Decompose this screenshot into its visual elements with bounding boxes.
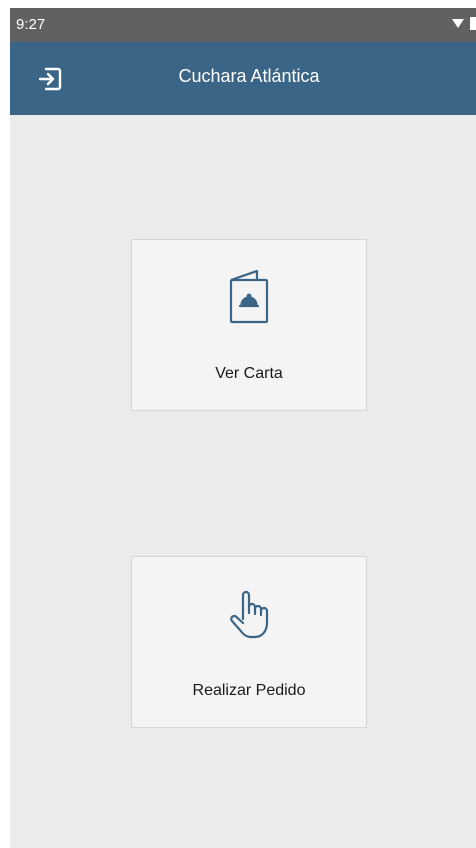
- app-title: Cuchara Atlántica: [178, 66, 320, 86]
- hand-pointer-icon: [219, 583, 279, 643]
- status-icons: [452, 17, 476, 30]
- app-bar: Cuchara Atlántica: [10, 42, 476, 115]
- wifi-icon: [452, 19, 464, 28]
- place-order-label: Realizar Pedido: [192, 682, 306, 699]
- menu-card-icon: [219, 266, 279, 326]
- status-bar: 9:27: [10, 8, 476, 42]
- app-screen: 9:27 Cuchara Atlántica Ver Carta Realiza…: [10, 8, 476, 848]
- view-menu-button[interactable]: Ver Carta: [131, 239, 367, 411]
- view-menu-label: Ver Carta: [215, 365, 283, 382]
- status-time: 9:27: [16, 16, 46, 33]
- battery-icon: [470, 17, 476, 30]
- place-order-button[interactable]: Realizar Pedido: [131, 556, 367, 728]
